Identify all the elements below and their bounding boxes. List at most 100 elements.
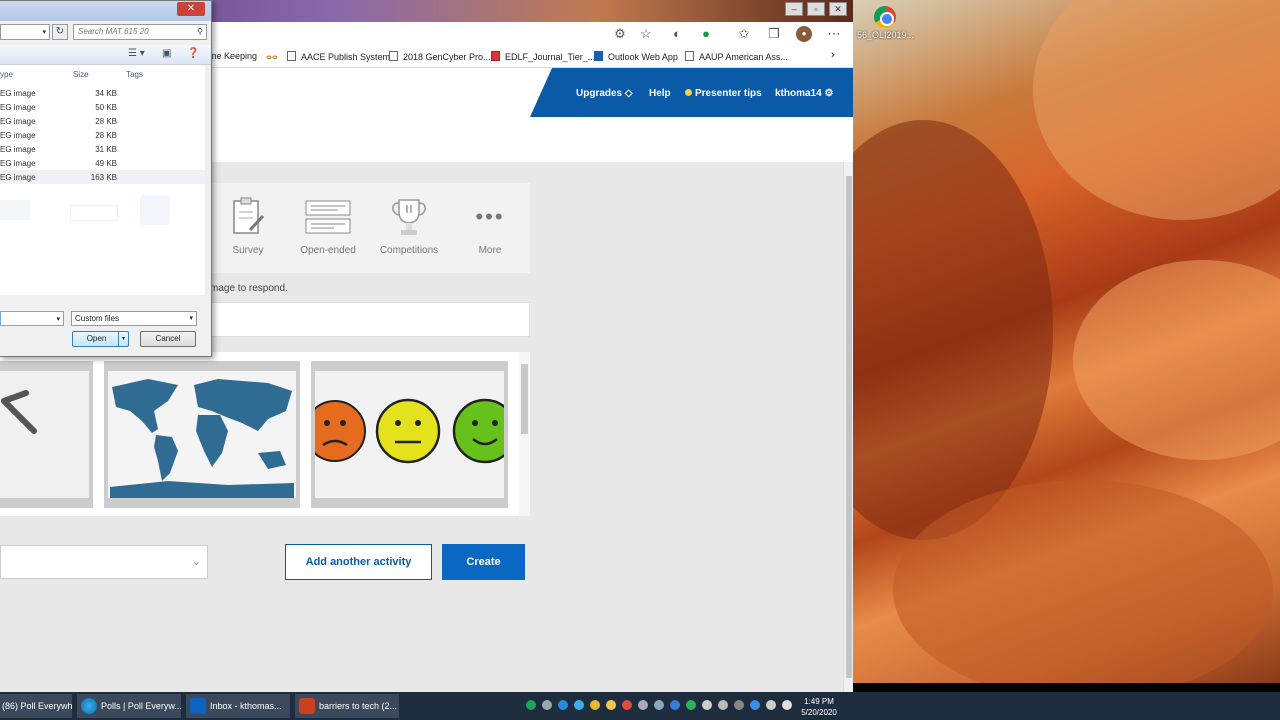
desktop-wallpaper bbox=[853, 0, 1280, 683]
address-bar[interactable]: ▾ bbox=[0, 24, 50, 40]
edge-icon bbox=[81, 698, 97, 714]
image-tile-faces[interactable] bbox=[311, 361, 508, 508]
file-row[interactable]: EG image 49 KB bbox=[0, 156, 205, 170]
volume-icon[interactable] bbox=[702, 700, 712, 710]
bookmark-item[interactable]: AACE Publish System bbox=[287, 51, 390, 62]
column-header-type[interactable]: ype bbox=[0, 70, 13, 79]
scrollbar-thumb[interactable] bbox=[521, 364, 528, 434]
clock-date: 5/20/2020 bbox=[801, 708, 837, 717]
bluetooth-icon[interactable] bbox=[750, 700, 760, 710]
activity-competitions[interactable]: Competitions bbox=[369, 195, 449, 256]
nav-presenter-tips[interactable]: Presenter tips bbox=[685, 88, 762, 99]
more-menu-icon[interactable]: ⋯ bbox=[826, 26, 842, 42]
taskbar-app-polls[interactable]: Polls | Poll Everyw... bbox=[77, 694, 181, 718]
tray-icon[interactable] bbox=[734, 700, 744, 710]
browser-window: – ▫ ✕ ⚙ ☆ ◐ ● ✩ ❐ • ⋯ me Keeping ⴰⴰ AACE… bbox=[0, 0, 853, 692]
chrome-icon bbox=[874, 6, 896, 28]
bookmark-item[interactable]: 2018 GenCyber Pro... bbox=[389, 51, 491, 62]
chevron-right-icon[interactable]: › bbox=[831, 49, 835, 61]
tray-icon[interactable] bbox=[606, 700, 616, 710]
file-row[interactable]: EG image 28 KB bbox=[0, 128, 205, 142]
tray-icon[interactable] bbox=[670, 700, 680, 710]
desktop-icon-label: 56_OLI2019... bbox=[857, 30, 915, 40]
activity-label: Competitions bbox=[379, 245, 439, 256]
nav-upgrades[interactable]: Upgrades ◇ bbox=[576, 88, 633, 99]
tray-icon[interactable] bbox=[654, 700, 664, 710]
activity-survey[interactable]: Survey bbox=[208, 195, 288, 256]
activity-label: Survey bbox=[232, 245, 264, 256]
page-scrollbar[interactable] bbox=[843, 162, 853, 692]
poll-type-select[interactable]: ⌄ bbox=[0, 545, 208, 579]
tray-icon[interactable] bbox=[574, 700, 584, 710]
tray-icon[interactable] bbox=[638, 700, 648, 710]
network-icon[interactable] bbox=[718, 700, 728, 710]
help-icon[interactable]: ❓ bbox=[187, 48, 199, 59]
chevron-down-icon[interactable]: ▾ bbox=[118, 332, 128, 346]
tray-icon[interactable] bbox=[766, 700, 776, 710]
image-tile-world-map[interactable] bbox=[104, 361, 300, 508]
scrollbar-thumb[interactable] bbox=[846, 176, 852, 678]
file-row[interactable]: EG image 31 KB bbox=[0, 142, 205, 156]
view-options-icon[interactable]: ☰ ▾ bbox=[128, 48, 145, 59]
activity-open-ended[interactable]: Open-ended bbox=[288, 195, 368, 256]
nav-user-menu[interactable]: kthoma14 ⚙ bbox=[775, 88, 833, 99]
file-row[interactable]: EG image 34 KB bbox=[0, 86, 205, 100]
chevron-down-icon: ▾ bbox=[56, 316, 60, 323]
taskbar-app-powerpoint[interactable]: barriers to tech (2... bbox=[295, 694, 399, 718]
tray-icon[interactable] bbox=[782, 700, 792, 710]
close-icon[interactable]: ✕ bbox=[829, 2, 847, 16]
bookmark-icon[interactable]: ⴰⴰ bbox=[266, 51, 278, 62]
file-list-scrollbar[interactable] bbox=[205, 65, 211, 295]
file-row[interactable]: EG image 28 KB bbox=[0, 114, 205, 128]
activity-more[interactable]: ••• More bbox=[450, 195, 530, 256]
file-row-selected[interactable]: EG image 163 KB bbox=[0, 170, 205, 184]
desktop-icon-chrome-shortcut[interactable]: 56_OLI2019... bbox=[857, 4, 915, 40]
bookmark-item[interactable]: AAUP American Ass... bbox=[685, 51, 788, 62]
shield-icon[interactable]: ● bbox=[698, 26, 714, 42]
favorites-icon[interactable]: ✩ bbox=[736, 26, 752, 42]
question-input[interactable] bbox=[210, 302, 530, 337]
tray-icon[interactable] bbox=[590, 700, 600, 710]
file-name-input[interactable]: ▾ bbox=[0, 311, 64, 326]
maximize-icon[interactable]: ▫ bbox=[807, 2, 825, 16]
bookmark-item[interactable]: EDLF_Journal_Tier_... bbox=[491, 51, 595, 62]
file-type-filter[interactable]: Custom files ▾ bbox=[71, 311, 197, 326]
preview-pane-icon[interactable]: ▣ bbox=[162, 48, 171, 59]
open-button[interactable]: Open ▾ bbox=[72, 331, 129, 347]
nav-help[interactable]: Help bbox=[649, 88, 671, 99]
chevron-down-icon: ▾ bbox=[189, 315, 193, 322]
extension-icon[interactable]: ⚙ bbox=[612, 26, 628, 42]
column-header-size[interactable]: Size bbox=[73, 70, 89, 79]
gear-icon: ⚙ bbox=[824, 88, 834, 99]
tray-icon[interactable] bbox=[542, 700, 552, 710]
dialog-close-button[interactable]: ✕ bbox=[177, 2, 205, 16]
collections-icon[interactable]: ❐ bbox=[766, 26, 782, 42]
minimize-icon[interactable]: – bbox=[785, 2, 803, 16]
ghost-thumbnail bbox=[70, 205, 118, 221]
dialog-search-input[interactable]: Search MAT 615 20 ⚲ bbox=[73, 24, 207, 40]
tray-icon[interactable] bbox=[622, 700, 632, 710]
tray-icon[interactable] bbox=[526, 700, 536, 710]
create-button[interactable]: Create bbox=[442, 544, 525, 580]
outlook-icon bbox=[594, 51, 603, 61]
profile-avatar[interactable]: • bbox=[796, 26, 812, 42]
column-header-tags[interactable]: Tags bbox=[126, 70, 143, 79]
bookmark-item[interactable]: me Keeping bbox=[209, 51, 257, 61]
image-tile[interactable] bbox=[0, 361, 93, 508]
extension-icon[interactable]: ◐ bbox=[669, 26, 685, 42]
taskbar-clock[interactable]: 1:49 PM 5/20/2020 bbox=[796, 696, 842, 718]
image-grid-scrollbar[interactable] bbox=[519, 352, 530, 516]
star-icon[interactable]: ☆ bbox=[638, 26, 654, 42]
file-row[interactable]: EG image 50 KB bbox=[0, 100, 205, 114]
tray-icon[interactable] bbox=[558, 700, 568, 710]
taskbar-app-outlook[interactable]: Inbox - kthomas... bbox=[186, 694, 290, 718]
bookmark-item[interactable]: Outlook Web App bbox=[594, 51, 678, 62]
refresh-icon[interactable]: ↻ bbox=[52, 24, 68, 40]
desktop-strip bbox=[853, 683, 1280, 692]
tray-icon[interactable] bbox=[686, 700, 696, 710]
taskbar-app-poll-everywhere[interactable]: (86) Poll Everywh... bbox=[0, 694, 72, 718]
add-another-activity-button[interactable]: Add another activity bbox=[285, 544, 432, 580]
cancel-button[interactable]: Cancel bbox=[140, 331, 196, 347]
powerpoint-icon bbox=[299, 698, 315, 714]
text-lines-icon bbox=[288, 195, 368, 239]
